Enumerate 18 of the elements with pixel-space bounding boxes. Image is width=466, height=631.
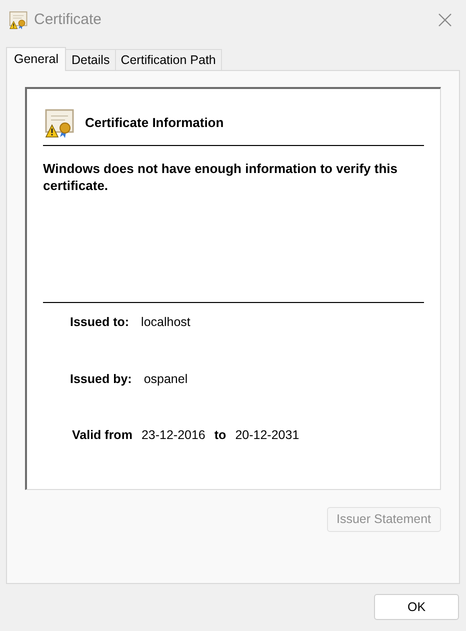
field-value: 20-12-2031 (235, 427, 300, 444)
field-value: 23-12-2016 (141, 427, 206, 444)
field-value: localhost (141, 314, 190, 331)
tab[interactable]: Details (66, 49, 116, 70)
field-value: ospanel (144, 370, 188, 388)
ok-button[interactable]: OK (374, 594, 459, 620)
info-heading: Certificate Information (85, 114, 224, 132)
certificate-icon (43, 107, 75, 139)
field-label: Valid from (72, 427, 132, 444)
warning-message: Windows does not have enough information to verify this certificate. (43, 160, 399, 194)
field-label: Issued by: (70, 370, 132, 388)
tab[interactable]: Certification Path (116, 49, 222, 70)
field-label: Issued to: (70, 314, 130, 331)
close-icon[interactable] (438, 13, 452, 27)
field-label: to (214, 427, 226, 444)
window-title: Certificate (34, 10, 102, 30)
tab[interactable]: General (6, 47, 66, 71)
certificate-icon (8, 10, 28, 30)
